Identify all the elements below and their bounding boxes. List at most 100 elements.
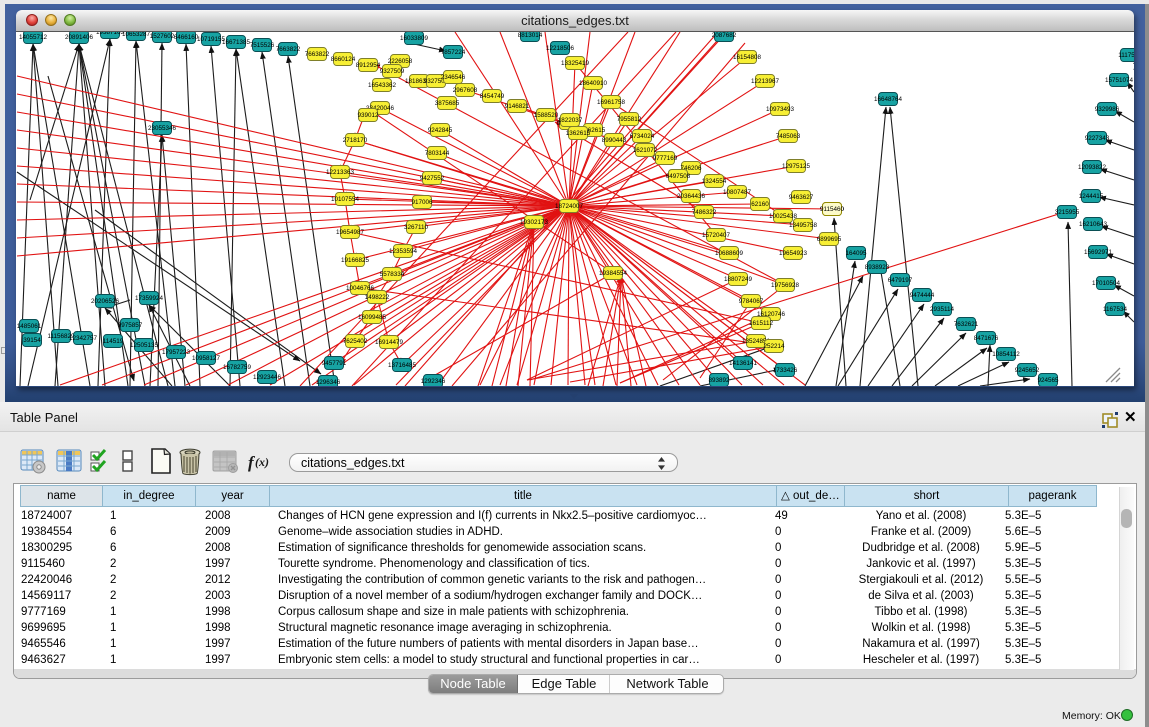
svg-text:15720407: 15720407 xyxy=(702,232,731,239)
svg-text:12093822: 12093822 xyxy=(1078,164,1107,171)
svg-text:12213967: 12213967 xyxy=(751,78,780,85)
svg-text:17010504: 17010504 xyxy=(1092,280,1121,287)
svg-text:16154808: 16154808 xyxy=(733,54,762,61)
svg-text:10854112: 10854112 xyxy=(992,351,1020,358)
svg-text:7857224: 7857224 xyxy=(441,49,466,56)
svg-text:2935114: 2935114 xyxy=(930,306,955,313)
svg-text:19384554: 19384554 xyxy=(599,270,628,277)
svg-text:13716485: 13716485 xyxy=(388,362,417,369)
svg-text:1822037: 1822037 xyxy=(558,117,583,124)
svg-text:6479197: 6479197 xyxy=(888,277,913,284)
svg-text:16914479: 16914479 xyxy=(375,339,404,346)
svg-text:893892: 893892 xyxy=(708,377,730,384)
svg-text:9242845: 9242845 xyxy=(428,127,453,134)
svg-text:14055712: 14055712 xyxy=(19,34,48,41)
svg-text:14136141: 14136141 xyxy=(729,360,758,367)
svg-text:17957223: 17957223 xyxy=(162,349,191,356)
svg-text:7663822: 7663822 xyxy=(276,46,301,53)
svg-text:13325419: 13325419 xyxy=(561,60,590,67)
svg-text:12213363: 12213363 xyxy=(326,169,355,176)
svg-text:16961758: 16961758 xyxy=(597,99,626,106)
svg-text:16782759: 16782759 xyxy=(223,364,252,371)
svg-text:9784067: 9784067 xyxy=(739,298,764,305)
svg-text:9427552: 9427552 xyxy=(420,175,445,182)
svg-text:6497508: 6497508 xyxy=(666,173,691,180)
svg-text:12505135: 12505135 xyxy=(130,342,159,349)
svg-text:62160: 62160 xyxy=(751,201,769,208)
svg-text:1588520: 1588520 xyxy=(534,112,559,119)
svg-text:9975857: 9975857 xyxy=(118,322,143,329)
svg-text:10025438: 10025438 xyxy=(769,213,798,220)
svg-text:2226058: 2226058 xyxy=(388,58,413,65)
svg-text:13495758: 13495758 xyxy=(789,222,818,229)
svg-text:939012: 939012 xyxy=(357,112,379,119)
svg-text:1244415: 1244415 xyxy=(1079,193,1104,200)
svg-text:7803144: 7803144 xyxy=(425,150,450,157)
svg-text:6899695: 6899695 xyxy=(817,236,842,243)
svg-text:17359924: 17359924 xyxy=(135,295,164,302)
svg-text:1167534: 1167534 xyxy=(1103,306,1128,313)
svg-text:7625402: 7625402 xyxy=(343,338,368,345)
svg-text:19387163: 19387163 xyxy=(96,32,125,36)
svg-text:10653287: 10653287 xyxy=(122,32,151,38)
svg-text:15751074: 15751074 xyxy=(1105,77,1134,84)
svg-text:19654923: 19654923 xyxy=(779,250,808,257)
svg-text:9474444: 9474444 xyxy=(910,292,935,299)
svg-text:3267110: 3267110 xyxy=(404,224,429,231)
svg-text:10688609: 10688609 xyxy=(715,250,744,257)
svg-text:10973493: 10973493 xyxy=(766,106,795,113)
svg-text:39154: 39154 xyxy=(23,337,41,344)
svg-text:8471676: 8471676 xyxy=(974,335,999,342)
svg-text:1615112: 1615112 xyxy=(749,320,774,327)
svg-text:10958127: 10958127 xyxy=(192,355,221,362)
svg-text:16543362: 16543362 xyxy=(368,82,397,89)
svg-text:9329986: 9329986 xyxy=(1095,106,1120,113)
svg-text:20364436: 20364436 xyxy=(677,193,706,200)
svg-text:15692971: 15692971 xyxy=(1084,249,1113,256)
svg-text:9115460: 9115460 xyxy=(820,206,845,213)
svg-text:(x): (x) xyxy=(255,455,269,469)
svg-text:924565: 924565 xyxy=(1037,377,1059,384)
svg-text:12353594: 12353594 xyxy=(389,248,418,255)
svg-text:19166825: 19166825 xyxy=(341,257,370,264)
svg-text:5578334: 5578334 xyxy=(380,271,405,278)
svg-text:1485061: 1485061 xyxy=(17,323,42,330)
svg-text:19654987: 19654987 xyxy=(336,229,365,236)
svg-text:9245652: 9245652 xyxy=(1015,367,1040,374)
svg-text:16033809: 16033809 xyxy=(400,35,429,42)
svg-text:8660124: 8660124 xyxy=(331,56,356,63)
svg-text:9463627: 9463627 xyxy=(789,194,814,201)
svg-text:7486322: 7486322 xyxy=(692,209,717,216)
svg-text:2346546: 2346546 xyxy=(441,74,466,81)
svg-text:2718170: 2718170 xyxy=(343,137,368,144)
svg-text:8990443: 8990443 xyxy=(602,137,627,144)
svg-text:9327509: 9327509 xyxy=(380,68,405,75)
svg-text:7515526: 7515526 xyxy=(250,42,275,49)
svg-text:8813014: 8813014 xyxy=(518,32,543,39)
svg-text:1362615: 1362615 xyxy=(566,130,591,137)
svg-text:6466160: 6466160 xyxy=(174,34,199,41)
svg-text:16099485: 16099485 xyxy=(358,314,387,321)
svg-text:7663822: 7663822 xyxy=(305,51,330,58)
svg-text:3875685: 3875685 xyxy=(435,100,460,107)
svg-text:16648764: 16648764 xyxy=(874,96,903,103)
svg-text:2967608: 2967608 xyxy=(453,87,478,94)
svg-text:10107554: 10107554 xyxy=(331,196,360,203)
svg-text:12975125: 12975125 xyxy=(782,163,811,170)
svg-text:1498222: 1498222 xyxy=(365,294,390,301)
svg-text:9146821: 9146821 xyxy=(505,103,530,110)
svg-text:20206526: 20206526 xyxy=(91,298,120,305)
svg-text:12923446: 12923446 xyxy=(253,374,282,381)
svg-text:6734024: 6734024 xyxy=(630,133,655,140)
svg-text:1621072: 1621072 xyxy=(633,147,658,154)
svg-text:19302173: 19302173 xyxy=(520,219,549,226)
svg-text:1296346: 1296346 xyxy=(316,379,341,386)
svg-text:7485063: 7485063 xyxy=(776,133,801,140)
svg-text:12342757: 12342757 xyxy=(69,335,98,342)
svg-text:9777169: 9777169 xyxy=(653,155,678,162)
svg-text:7632621: 7632621 xyxy=(954,321,979,328)
svg-text:3215955: 3215955 xyxy=(1055,209,1080,216)
svg-text:7955812: 7955812 xyxy=(617,116,642,123)
svg-text:12218506: 12218506 xyxy=(546,45,575,52)
svg-text:18640910: 18640910 xyxy=(579,80,608,87)
